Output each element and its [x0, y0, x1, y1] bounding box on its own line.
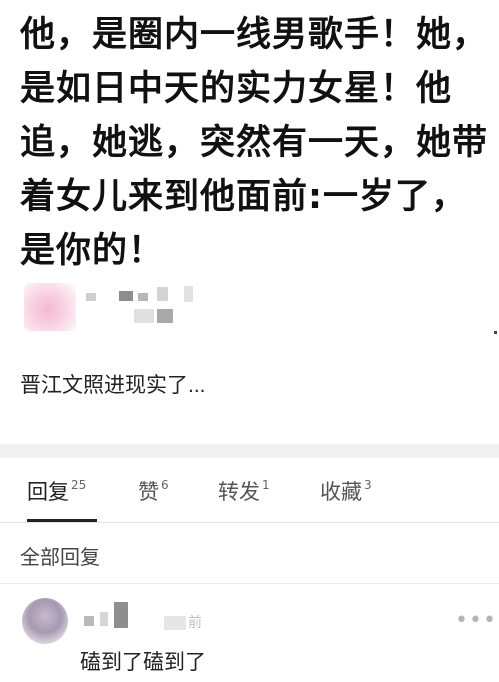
author-meta-blur [157, 309, 173, 323]
tab-likes-label: 赞 [138, 480, 159, 504]
tab-reposts[interactable]: 转发 1 [218, 476, 270, 506]
tab-reposts-count: 1 [262, 478, 270, 492]
reply-text: 磕到了磕到了 [80, 650, 206, 674]
edge-mark [494, 331, 497, 334]
tab-favorites[interactable]: 收藏 3 [320, 476, 372, 506]
author-info[interactable] [24, 283, 224, 333]
tab-replies-count: 25 [71, 478, 87, 492]
post-title: 他，是圈内一线男歌手！她，是如日中天的实力女星！他追，她逃，突然有一天，她带着女… [20, 15, 489, 271]
post-excerpt: 晋江文照进现实了... [20, 374, 206, 397]
author-name-blur [184, 286, 193, 302]
reply-username-blur [114, 602, 128, 628]
tab-likes[interactable]: 赞6 [138, 476, 169, 506]
reply-time-suffix: 前 [188, 615, 202, 631]
reply-timestamp: 前 [164, 612, 202, 632]
author-name-blur [138, 293, 148, 301]
tab-replies[interactable]: 回复 25 [27, 476, 86, 506]
reply-item: 前 ••• 磕到了磕到了 [0, 584, 499, 682]
reply-username-blur [84, 616, 94, 626]
section-divider [0, 444, 499, 458]
tab-reposts-label: 转发 [218, 480, 260, 504]
tab-favorites-label: 收藏 [320, 480, 362, 504]
reply-time-blur [164, 616, 186, 630]
tab-bar: 回复 25 赞6 转发 1 收藏 3 [0, 458, 499, 523]
author-name-blur [119, 291, 133, 301]
tab-replies-label: 回复 [27, 480, 69, 504]
tab-likes-count: 6 [161, 478, 169, 492]
active-tab-indicator [27, 519, 97, 522]
more-options-button[interactable]: ••• [455, 608, 497, 633]
tab-favorites-count: 3 [364, 478, 372, 492]
all-replies-heading: 全部回复 [20, 545, 100, 569]
author-name-blur [86, 293, 96, 301]
author-name-blur [157, 287, 168, 301]
author-avatar[interactable] [24, 283, 76, 331]
author-meta-blur [134, 309, 154, 323]
reply-username-blur [100, 612, 108, 626]
reply-avatar[interactable] [22, 598, 68, 644]
